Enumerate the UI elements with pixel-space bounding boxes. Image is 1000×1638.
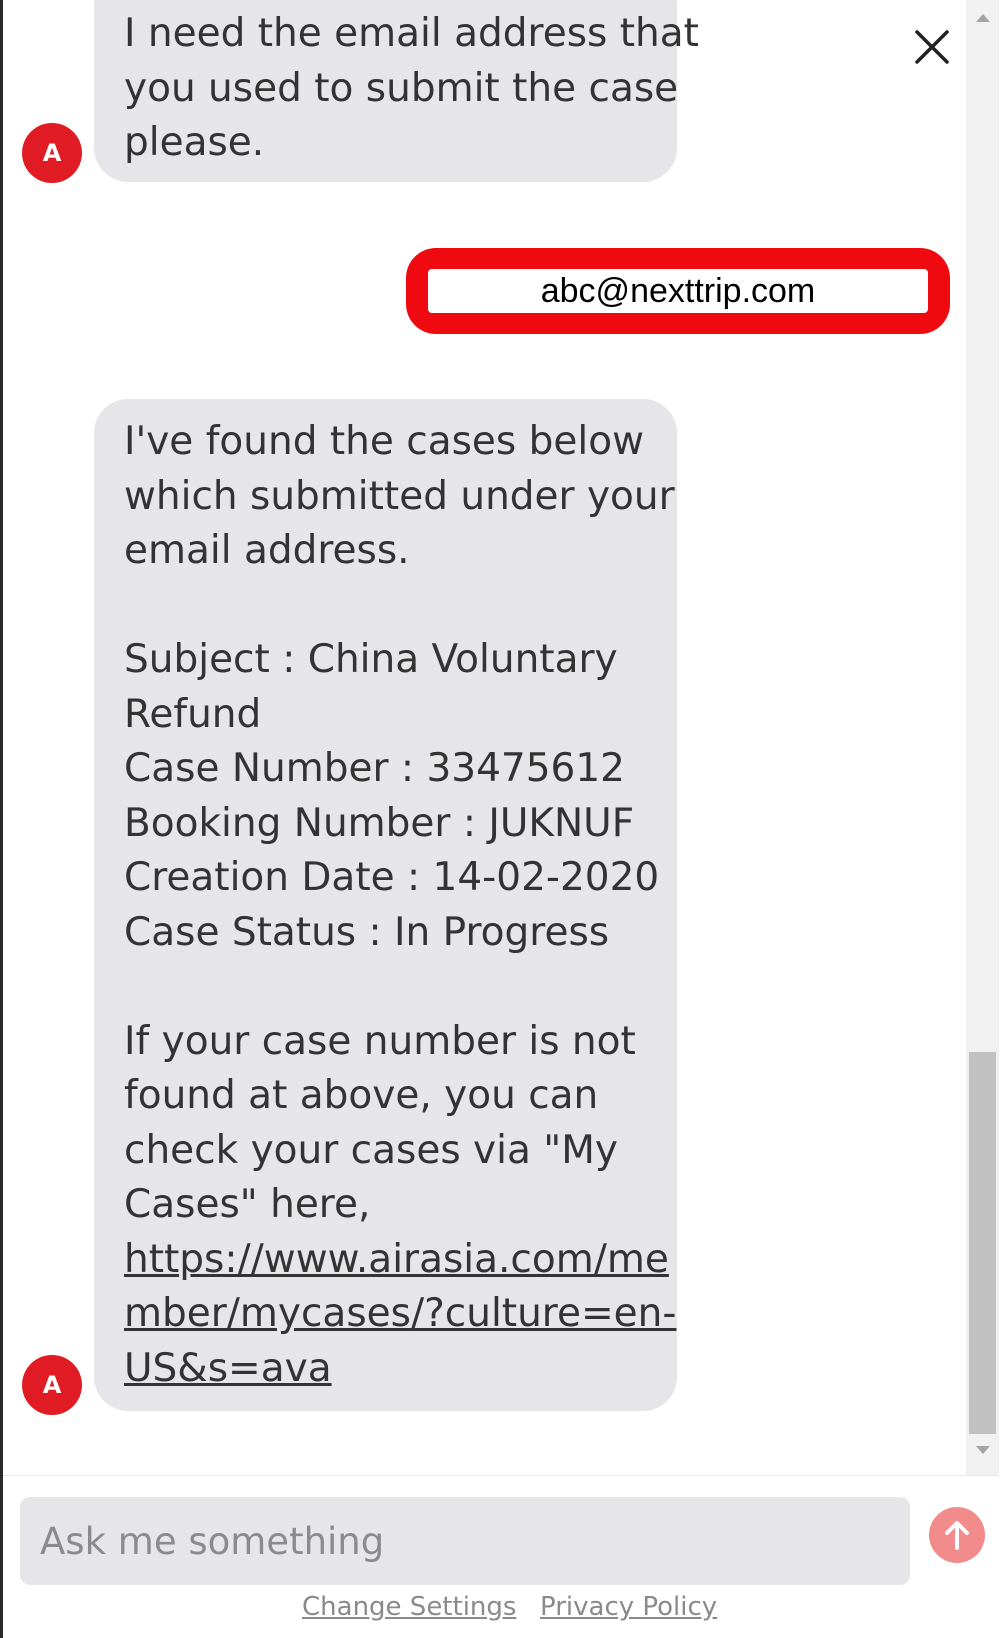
chat-widget: I need the email address that you used t… [0, 0, 1000, 1638]
close-button[interactable] [913, 28, 951, 66]
case-number: Case Number : 33475612 [124, 746, 625, 791]
scrollbar-thumb[interactable] [969, 1052, 996, 1434]
case-status: Case Status : In Progress [124, 909, 610, 955]
send-button[interactable] [929, 1507, 985, 1563]
arrow-up-icon [945, 1521, 969, 1550]
bot-message-bubble: I've found the cases below which submitt… [94, 399, 677, 1411]
message-line: Cases" here, [124, 1182, 371, 1227]
scrollbar[interactable] [966, 0, 999, 1476]
message-line: check your cases via "My [124, 1127, 618, 1173]
message-line: I need the email address that [124, 11, 699, 56]
booking-number: Booking Number : JUKNUF [124, 800, 635, 846]
footer-links: Change Settings Privacy Policy [0, 1592, 1000, 1632]
privacy-policy-link[interactable]: Privacy Policy [540, 1592, 717, 1622]
message-input[interactable] [20, 1497, 910, 1585]
scroll-up-arrow-icon[interactable] [976, 14, 990, 22]
close-icon [915, 30, 949, 64]
my-cases-link[interactable]: mber/mycases/?culture=en- [124, 1287, 676, 1342]
message-line: you used to submit the case [124, 65, 679, 111]
bot-message-bubble: I need the email address that you used t… [94, 0, 699, 182]
user-message-text: abc@nexttrip.com [428, 269, 928, 313]
scroll-down-arrow-icon[interactable] [976, 1446, 990, 1454]
case-subject-cont: Refund [124, 691, 262, 737]
message-line: please. [124, 120, 265, 165]
case-subject: Subject : China Voluntary [124, 637, 618, 682]
message-list: I need the email address that you used t… [3, 0, 965, 1476]
bot-avatar-icon: A [22, 1355, 82, 1415]
creation-date: Creation Date : 14-02-2020 [124, 855, 660, 900]
message-line: which submitted under your [124, 473, 675, 519]
my-cases-link[interactable]: https://www.airasia.com/me [124, 1233, 669, 1288]
message-line: email address. [124, 528, 410, 573]
message-line: I've found the cases below [124, 419, 644, 464]
message-line: If your case number is not [124, 1018, 636, 1064]
my-cases-link[interactable]: US&s=ava [124, 1342, 657, 1397]
divider [3, 1475, 997, 1476]
bot-avatar-icon: A [22, 123, 82, 183]
message-line: found at above, you can [124, 1073, 599, 1118]
change-settings-link[interactable]: Change Settings [302, 1592, 516, 1622]
user-message-bubble: abc@nexttrip.com [406, 248, 950, 334]
